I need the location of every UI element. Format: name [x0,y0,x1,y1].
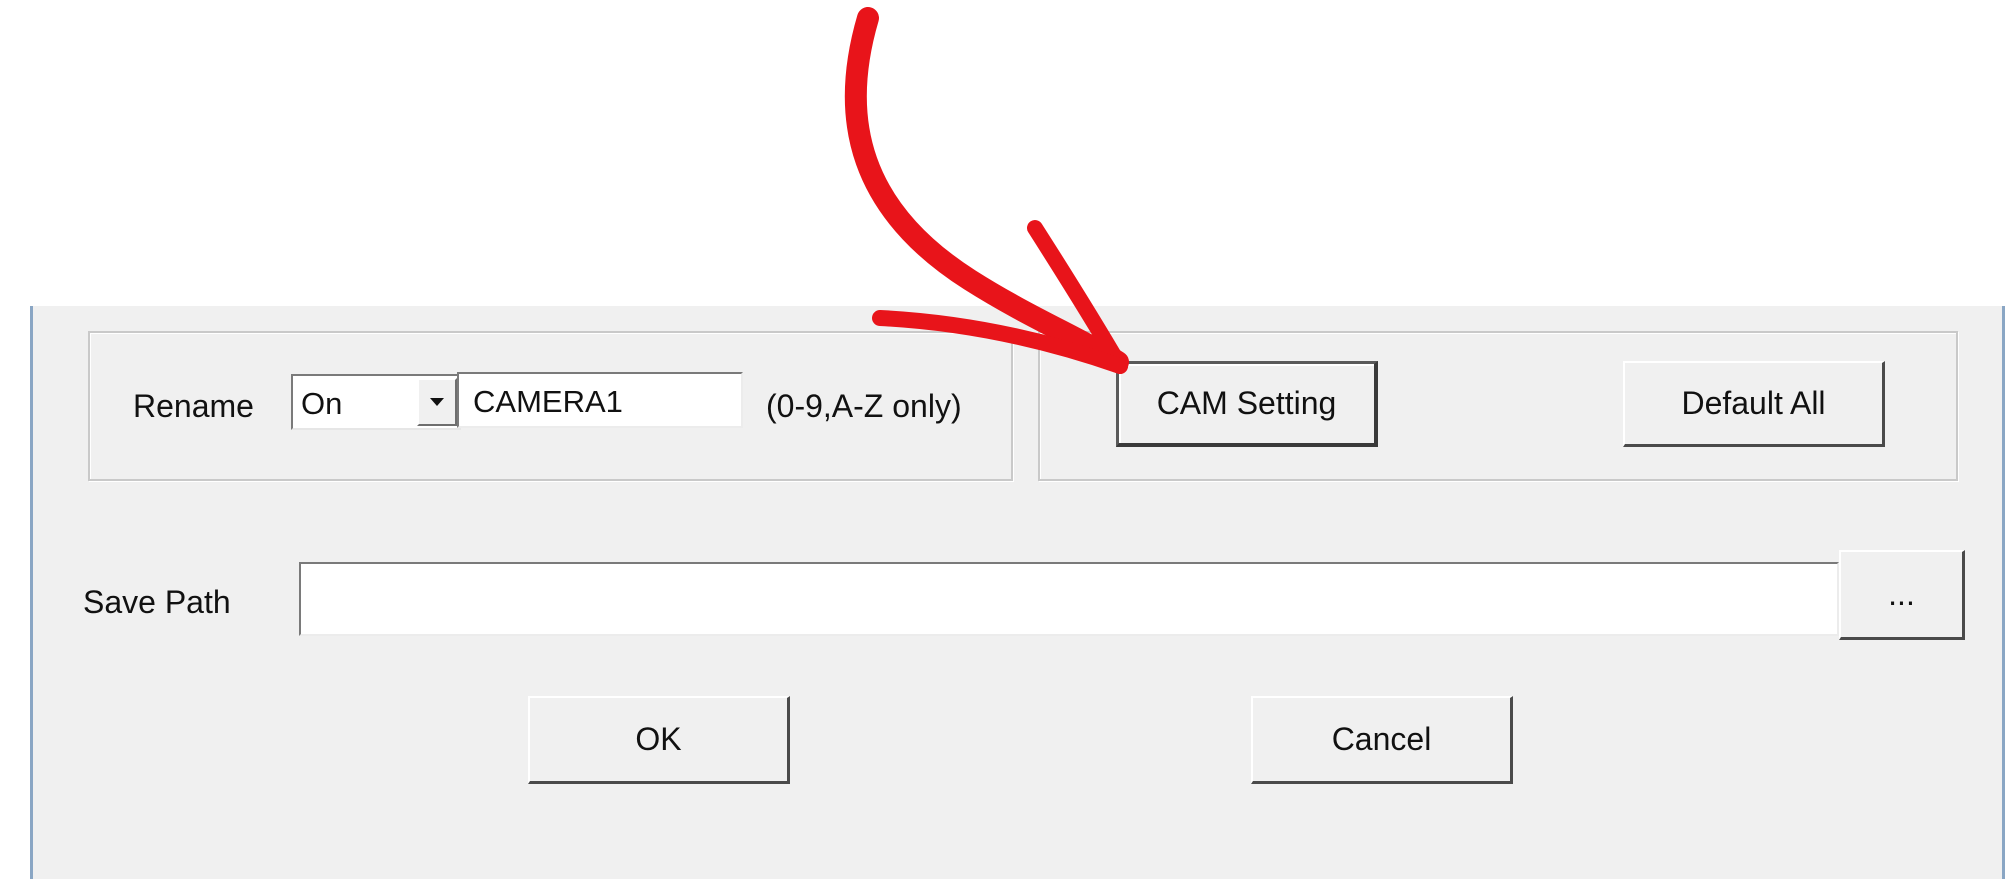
cancel-label: Cancel [1331,721,1432,757]
ok-button[interactable]: OK [528,696,790,784]
default-all-label: Default All [1681,385,1826,421]
rename-hint-text: (0-9,A-Z only) [766,388,962,424]
rename-mode-dropdown[interactable]: On [291,374,461,430]
default-all-button[interactable]: Default All [1623,361,1885,447]
cancel-button[interactable]: Cancel [1251,696,1513,784]
cam-setting-label: CAM Setting [1156,385,1337,421]
rename-label: Rename [133,388,254,424]
browse-button[interactable]: ... [1839,550,1965,640]
dropdown-arrow-button[interactable] [417,378,457,426]
camera-name-value: CAMERA1 [473,384,623,419]
save-path-label: Save Path [83,584,231,620]
chevron-down-icon [430,398,444,406]
camera-name-input[interactable]: CAMERA1 [457,372,743,428]
save-path-input[interactable] [299,562,1839,636]
ok-label: OK [635,721,682,757]
browse-label: ... [1888,576,1915,612]
screenshot-canvas: Rename On CAMERA1 (0-9,A-Z only) CAM Set… [0,0,2014,879]
rename-mode-value: On [301,386,343,421]
cam-setting-button[interactable]: CAM Setting [1116,361,1378,447]
camera-settings-dialog: Rename On CAMERA1 (0-9,A-Z only) CAM Set… [30,306,2005,879]
